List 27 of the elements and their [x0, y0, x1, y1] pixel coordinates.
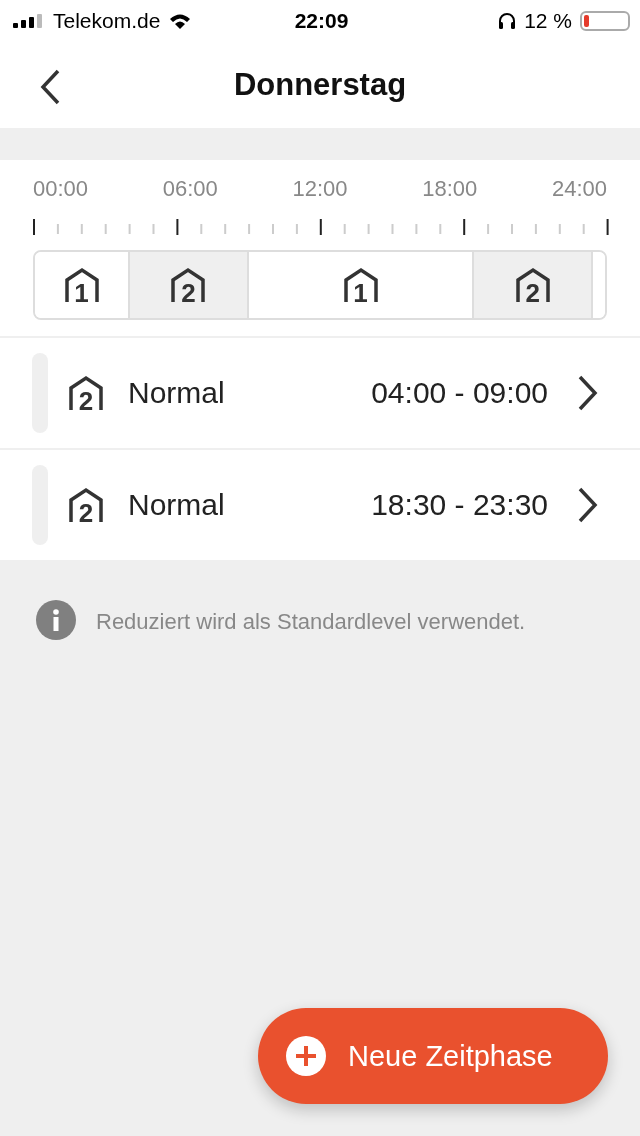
chevron-right-icon	[576, 374, 598, 412]
phase-time: 04:00 - 09:00	[371, 376, 548, 410]
phase-time: 18:30 - 23:30	[371, 488, 548, 522]
phase-name: Normal	[128, 376, 226, 410]
hour-label: 06:00	[162, 176, 218, 202]
schedule-segment[interactable]: 1	[35, 252, 130, 318]
phase-name: Normal	[128, 488, 226, 522]
wifi-icon	[168, 12, 193, 30]
time-phase-row[interactable]: 2 Normal 04:00 - 09:00	[0, 338, 640, 448]
schedule-segment[interactable]: 2	[130, 252, 249, 318]
page-title: Donnerstag	[233, 67, 407, 103]
hour-label: 00:00	[33, 176, 89, 202]
new-time-phase-button[interactable]: Neue Zeitphase	[258, 1008, 608, 1104]
battery-percent: 12 %	[524, 9, 572, 33]
plus-icon	[286, 1036, 326, 1076]
battery-icon	[580, 11, 630, 31]
hour-label: 12:00	[292, 176, 348, 202]
info-text: Reduziert wird als Standardlevel verwendet.	[96, 609, 526, 635]
chevron-right-icon	[576, 486, 598, 524]
hour-label: 24:00	[551, 176, 607, 202]
clock-time: 22:09	[294, 9, 349, 33]
signal-icon	[13, 14, 45, 28]
headphones-icon	[498, 12, 517, 30]
carrier-name: Telekom.de	[53, 9, 161, 33]
hour-label: 18:00	[422, 176, 478, 202]
schedule-segment[interactable]: 2	[474, 252, 594, 318]
time-phase-row[interactable]: 2 Normal 18:30 - 23:30	[0, 450, 640, 560]
